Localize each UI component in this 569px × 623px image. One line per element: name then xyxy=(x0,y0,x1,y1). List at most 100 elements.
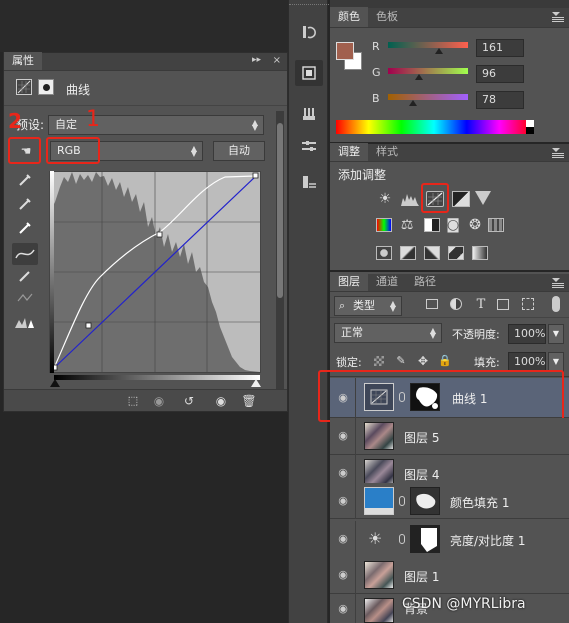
white-slider-icon[interactable] xyxy=(251,379,261,387)
clip-to-layer-icon[interactable]: ⬚ xyxy=(124,392,142,410)
filter-smart-object-icon[interactable] xyxy=(522,298,534,310)
layer-name: 图层 4 xyxy=(404,468,440,482)
close-icon[interactable]: × xyxy=(273,55,281,66)
layer-row-color-fill[interactable]: ◉ 颜色填充 1 xyxy=(330,483,569,519)
opacity-field[interactable]: 100% xyxy=(508,324,546,344)
tab-properties[interactable]: 属性 xyxy=(4,52,42,70)
panel-menu-icon[interactable] xyxy=(552,12,564,22)
green-value-field[interactable]: 96 xyxy=(476,65,524,83)
tab-channels[interactable]: 通道 xyxy=(368,273,406,291)
tab-paths[interactable]: 路径 xyxy=(406,273,444,291)
tab-adjustments[interactable]: 调整 xyxy=(330,143,368,161)
black-white-icon[interactable] xyxy=(424,218,440,232)
selective-color-icon[interactable] xyxy=(448,246,464,260)
lock-transparent-pixels-icon[interactable] xyxy=(374,356,384,366)
tab-swatches[interactable]: 色板 xyxy=(368,7,406,27)
color-balance-icon[interactable]: ⚖ xyxy=(398,216,416,234)
visibility-eye-icon[interactable]: ◉ xyxy=(336,429,350,443)
invert-icon[interactable] xyxy=(376,246,392,260)
collapse-icon[interactable]: ▸▸ xyxy=(252,55,261,65)
reset-icon[interactable]: ↺ xyxy=(180,392,198,410)
hue-saturation-icon[interactable] xyxy=(376,218,392,232)
photo-filter-icon[interactable]: ◙ xyxy=(444,216,462,234)
blend-mode-dropdown[interactable]: 正常 ▲ ▼ xyxy=(334,323,442,343)
red-slider-track[interactable] xyxy=(388,42,468,48)
curves-graph[interactable] xyxy=(49,171,261,373)
brushes-icon[interactable] xyxy=(300,106,318,124)
lock-image-pixels-icon[interactable]: ✎ xyxy=(392,352,410,370)
levels-icon[interactable] xyxy=(400,192,420,206)
visibility-eye-icon[interactable]: ◉ xyxy=(336,494,350,508)
layer-row-brightness-contrast[interactable]: ◉ ☀ 亮度/对比度 1 xyxy=(330,521,569,558)
blue-value-field[interactable]: 78 xyxy=(476,91,524,109)
visibility-eye-icon[interactable]: ◉ xyxy=(336,568,350,582)
visibility-eye-icon[interactable]: ◉ xyxy=(336,602,350,616)
exposure-icon[interactable] xyxy=(452,191,470,207)
edit-points-curve-icon[interactable] xyxy=(12,243,38,265)
mask-icon[interactable] xyxy=(38,79,54,95)
clipping-warning-icon[interactable] xyxy=(14,315,34,333)
color-spectrum-ramp[interactable] xyxy=(336,120,532,134)
layer-mask-thumbnail[interactable] xyxy=(410,487,440,515)
black-white-ramp[interactable] xyxy=(526,120,534,134)
channel-mixer-icon[interactable]: ❂ xyxy=(466,216,484,234)
panel-menu-icon[interactable] xyxy=(552,148,564,158)
black-slider-icon[interactable] xyxy=(50,379,60,387)
tab-color[interactable]: 颜色 xyxy=(330,7,368,27)
green-slider-handle-icon[interactable] xyxy=(415,74,423,80)
panel-menu-icon[interactable] xyxy=(552,278,564,288)
link-icon[interactable] xyxy=(399,496,405,506)
paragraph-style-icon[interactable] xyxy=(300,174,318,192)
lock-all-icon[interactable]: 🔒 xyxy=(436,352,454,370)
tab-layers[interactable]: 图层 xyxy=(330,273,368,291)
vibrance-icon[interactable] xyxy=(475,191,491,205)
foreground-color-swatch[interactable] xyxy=(336,42,354,60)
lock-position-icon[interactable]: ✥ xyxy=(414,352,432,370)
search-icon: ⌕ xyxy=(339,299,346,312)
sample-black-point-eyedropper-icon[interactable] xyxy=(16,173,34,191)
scrollbar-thumb[interactable] xyxy=(277,123,283,298)
posterize-icon[interactable] xyxy=(400,246,416,260)
auto-button[interactable]: 自动 xyxy=(213,141,265,161)
draw-curve-pencil-icon[interactable] xyxy=(16,269,34,287)
preset-dropdown[interactable]: 自定 ▲ ▼ xyxy=(48,115,264,135)
layer-row-layer-5[interactable]: ◉ 图层 5 xyxy=(330,418,569,455)
scrollbar[interactable] xyxy=(276,111,284,396)
delete-trash-icon[interactable]: 🗑 xyxy=(240,392,258,410)
fill-dropdown-icon[interactable]: ▼ xyxy=(548,352,564,372)
layer-row-layer-1[interactable]: ◉ 图层 1 xyxy=(330,557,569,594)
visibility-eye-icon[interactable]: ◉ xyxy=(212,392,230,410)
gradient-map-icon[interactable] xyxy=(472,246,488,260)
filter-shape-icon[interactable] xyxy=(497,299,509,310)
visibility-eye-icon[interactable]: ◉ xyxy=(336,466,350,480)
opacity-dropdown-icon[interactable]: ▼ xyxy=(548,324,564,344)
green-slider-track[interactable] xyxy=(388,68,468,74)
layer-filter-dropdown[interactable]: ⌕ 类型 ▲ ▼ xyxy=(334,296,402,316)
layer-mask-thumbnail[interactable] xyxy=(410,525,440,553)
history-icon[interactable] xyxy=(300,24,318,42)
blue-slider-track[interactable] xyxy=(388,94,468,100)
color-panel: 颜色 色板 R 161 G 96 B 78 xyxy=(330,0,569,142)
view-previous-state-icon[interactable]: ◉ xyxy=(150,392,168,410)
smooth-curve-icon[interactable] xyxy=(16,291,34,309)
link-icon[interactable] xyxy=(399,534,405,544)
dropdown-arrow-icon: ▲ ▼ xyxy=(251,118,258,132)
red-value-field[interactable]: 161 xyxy=(476,39,524,57)
red-slider-handle-icon[interactable] xyxy=(435,48,443,54)
sample-white-point-eyedropper-icon[interactable] xyxy=(16,221,34,239)
fill-field[interactable]: 100% xyxy=(508,352,546,372)
color-tabbar: 颜色 色板 xyxy=(330,7,569,28)
filter-pixel-icon[interactable] xyxy=(426,299,438,309)
threshold-icon[interactable] xyxy=(424,246,440,260)
brightness-contrast-icon[interactable]: ☀ xyxy=(376,190,394,208)
visibility-eye-icon[interactable]: ◉ xyxy=(336,532,350,546)
color-lookup-icon[interactable] xyxy=(488,218,504,232)
filter-adjustment-icon[interactable] xyxy=(450,298,462,310)
sample-gray-point-eyedropper-icon[interactable] xyxy=(16,197,34,215)
tab-styles[interactable]: 样式 xyxy=(368,143,406,161)
filter-toggle-icon[interactable] xyxy=(552,296,560,312)
clone-source-icon[interactable] xyxy=(300,138,318,156)
3d-panel-icon[interactable] xyxy=(295,60,323,86)
filter-type-icon[interactable]: T xyxy=(472,296,490,314)
blue-slider-handle-icon[interactable] xyxy=(409,100,417,106)
